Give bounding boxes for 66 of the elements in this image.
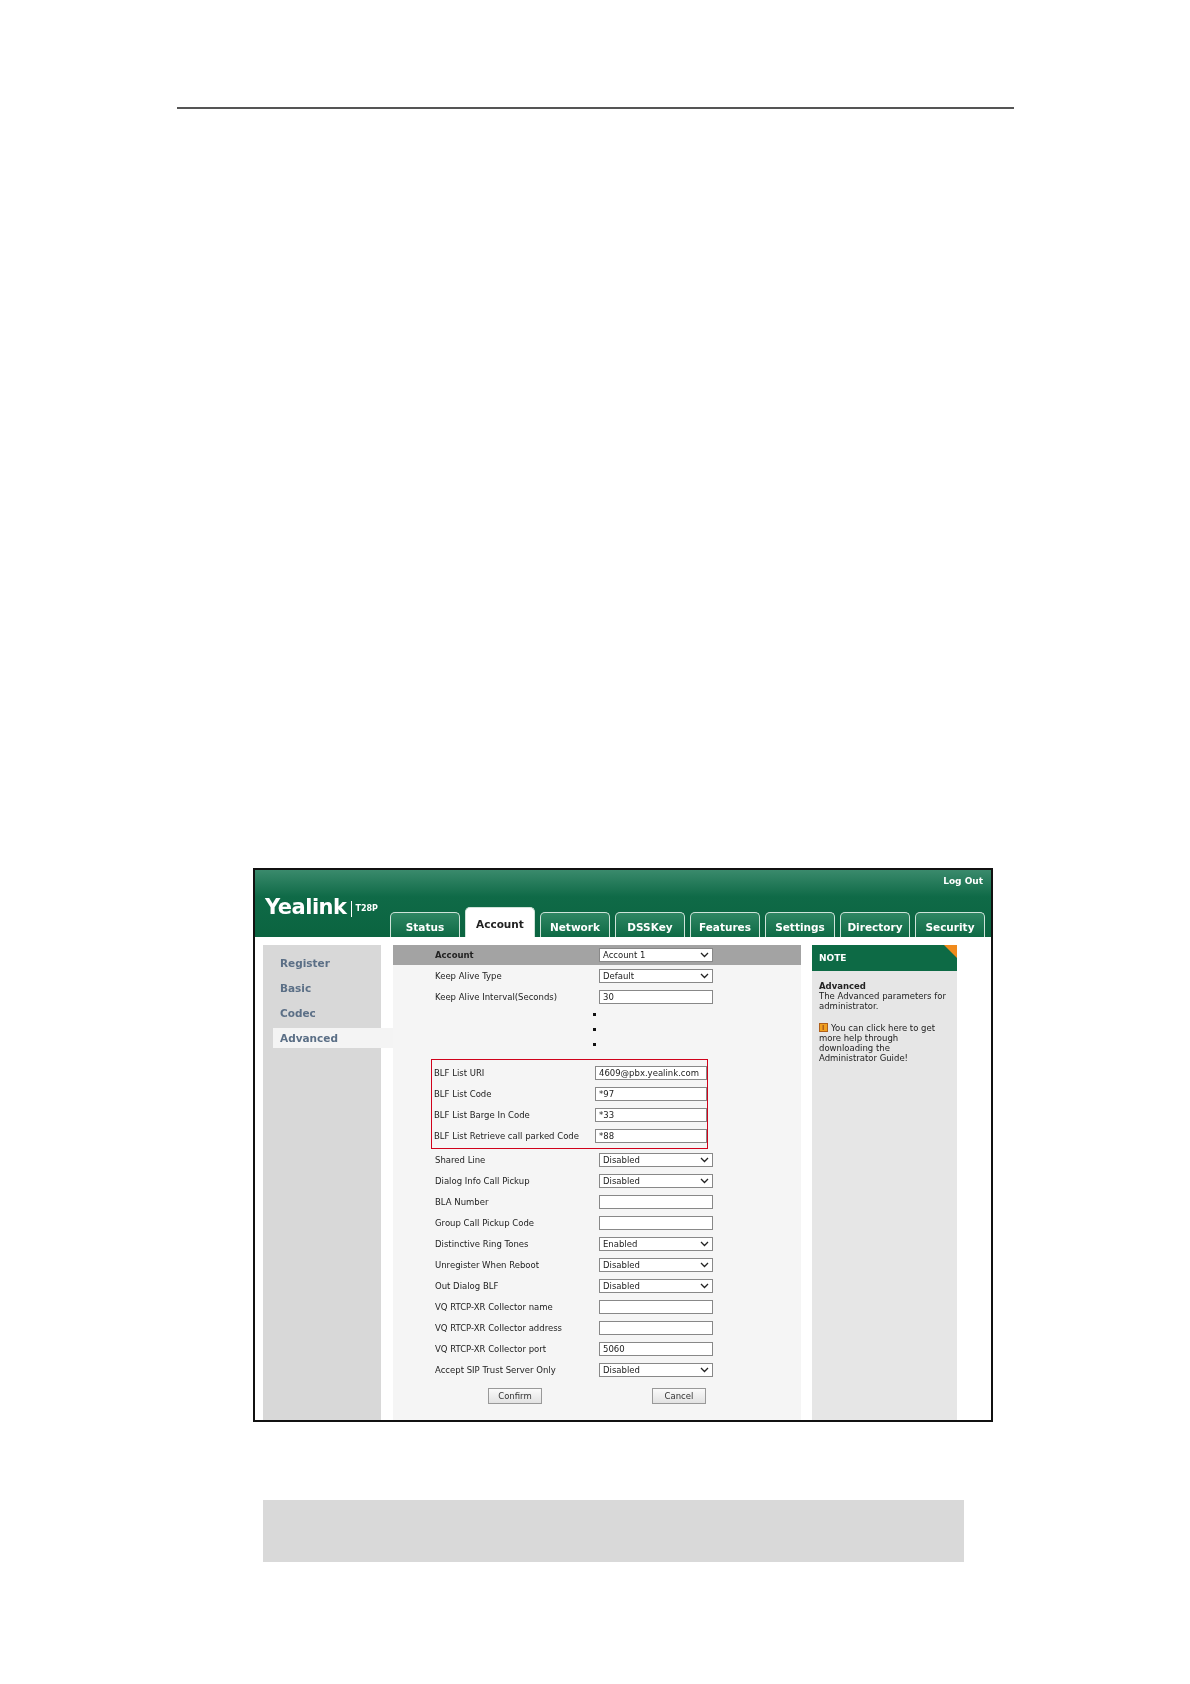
chevron-icon — [700, 1261, 709, 1268]
nav-tab[interactable]: Features — [689, 912, 760, 937]
nav-tab[interactable]: Settings — [764, 912, 835, 937]
field-label: Dialog Info Call Pickup — [435, 1175, 531, 1186]
input-field[interactable]: 5060 — [599, 1341, 713, 1356]
input-field[interactable]: 30 — [599, 989, 713, 1004]
help-link[interactable]: You can click here to get more help through downloading the Administrator Guide! — [819, 1023, 950, 1063]
field-label: BLF List Code — [434, 1088, 493, 1099]
field-label: Unregister When Reboot — [435, 1259, 541, 1270]
field-label: VQ RTCP-XR Collector address — [435, 1322, 564, 1333]
field-label: BLA Number — [435, 1196, 490, 1207]
logo: Yealink — [265, 895, 347, 919]
field-label: Group Call Pickup Code — [435, 1217, 536, 1228]
note-title: NOTE — [819, 953, 847, 963]
input-field[interactable] — [599, 1194, 713, 1209]
input-field[interactable] — [599, 1299, 713, 1314]
nav-tab[interactable]: Status — [389, 912, 460, 937]
input-field[interactable]: *97 — [594, 1086, 707, 1101]
dropdown[interactable]: Disabled — [599, 1173, 713, 1188]
field-label: VQ RTCP-XR Collector port — [435, 1343, 548, 1354]
chevron-icon — [700, 1240, 709, 1247]
chevron-icon — [700, 1156, 709, 1163]
chevron-icon — [700, 1177, 709, 1184]
field-label: Keep Alive Interval(Seconds) — [435, 991, 559, 1002]
input-field[interactable] — [599, 1215, 713, 1230]
chevron-icon — [700, 1366, 709, 1373]
field-label: Distinctive Ring Tones — [435, 1238, 530, 1249]
dropdown[interactable]: Default — [599, 968, 713, 983]
book-icon — [819, 1023, 828, 1032]
field-label: Account — [435, 950, 475, 960]
field-label: Shared Line — [435, 1154, 487, 1165]
nav-tab[interactable]: Security — [914, 912, 985, 937]
chevron-icon — [700, 972, 709, 979]
nav-tab[interactable]: Network — [539, 912, 610, 937]
logout-link[interactable]: Log Out — [943, 876, 983, 890]
input-field[interactable]: *33 — [594, 1107, 707, 1122]
field-label: BLF List Barge In Code — [434, 1109, 531, 1120]
field-label: VQ RTCP-XR Collector name — [435, 1301, 554, 1312]
field-label: Accept SIP Trust Server Only — [435, 1364, 557, 1375]
note-text: Advanced The Advanced parameters for administrator. — [819, 981, 947, 1011]
dropdown[interactable]: Disabled — [599, 1257, 713, 1272]
chevron-icon — [700, 1282, 709, 1289]
sidebar-item[interactable]: Basic — [263, 978, 381, 998]
field-label: Out Dialog BLF — [435, 1280, 500, 1291]
form-button[interactable]: Cancel — [652, 1388, 706, 1404]
field-label: BLF List URI — [434, 1067, 486, 1078]
dropdown[interactable]: Enabled — [599, 1236, 713, 1251]
input-field[interactable]: 4609@pbx.yealink.com — [594, 1065, 707, 1080]
model-label: T28P — [350, 901, 378, 917]
field-label: BLF List Retrieve call parked Code — [434, 1130, 580, 1141]
sidebar-item[interactable]: Advanced — [273, 1028, 393, 1048]
input-field[interactable] — [599, 1320, 713, 1335]
dropdown[interactable]: Disabled — [599, 1152, 713, 1167]
dropdown[interactable]: Account 1 — [599, 948, 713, 962]
sidebar-item[interactable]: Codec — [263, 1003, 381, 1023]
nav-tab[interactable]: DSSKey — [614, 912, 685, 937]
nav-tab[interactable]: Account — [464, 907, 535, 937]
input-field[interactable]: *88 — [594, 1128, 707, 1143]
field-label: Keep Alive Type — [435, 970, 503, 981]
dropdown[interactable]: Disabled — [599, 1362, 713, 1377]
sidebar-item[interactable]: Register — [263, 953, 381, 973]
corner-fold-icon — [944, 945, 957, 958]
dropdown[interactable]: Disabled — [599, 1278, 713, 1293]
form-button[interactable]: Confirm — [488, 1388, 542, 1404]
chevron-icon — [700, 952, 709, 958]
nav-tab[interactable]: Directory — [839, 912, 910, 937]
